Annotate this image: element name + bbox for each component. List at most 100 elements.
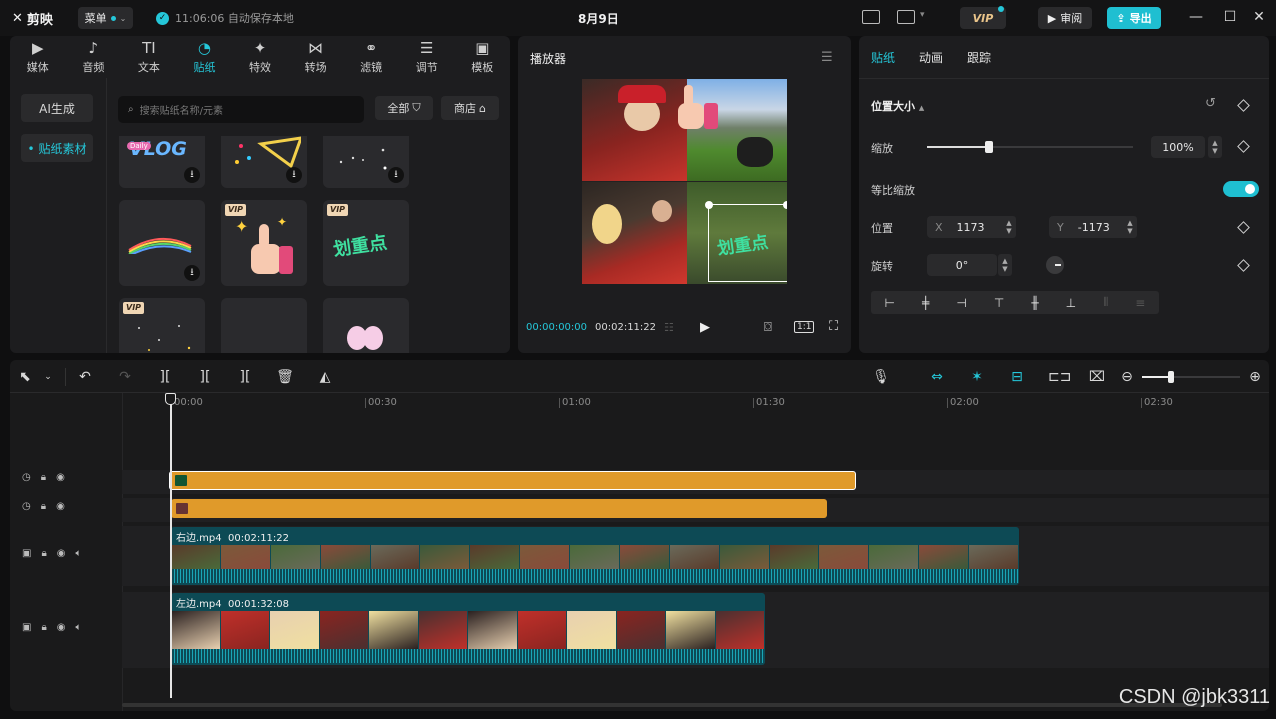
reset-icon[interactable]: ↺ <box>1205 96 1216 111</box>
download-icon[interactable]: ⭳ <box>388 167 404 183</box>
keyframe-diamond-icon[interactable] <box>1237 259 1250 272</box>
tab-sticker[interactable]: 贴纸 <box>871 49 895 66</box>
download-icon[interactable]: ⭳ <box>184 265 200 281</box>
ai-generate-button[interactable]: AI生成 <box>21 94 93 122</box>
export-button[interactable]: ⇪ 导出 <box>1107 7 1161 29</box>
tab-8[interactable]: ▣ 模板 <box>455 36 511 78</box>
play-icon[interactable]: ▶ <box>700 320 710 335</box>
close-icon[interactable]: ✕ <box>1251 9 1267 25</box>
align-center-h-icon[interactable]: ╪ <box>922 296 929 310</box>
up-arrow-icon[interactable]: ▲ <box>1212 139 1217 147</box>
video-clip-left[interactable]: 左边.mp4 00:01:32:08 <box>171 593 765 665</box>
speaker-icon[interactable]: 🔈︎ <box>76 622 82 633</box>
clock-icon[interactable]: ◷ <box>22 501 31 512</box>
rotation-stepper[interactable]: ▲ ▼ <box>998 254 1012 276</box>
clock-icon[interactable]: ◷ <box>22 472 31 483</box>
section-position-size[interactable]: 位置大小 ▲ <box>871 98 924 114</box>
rotation-dial[interactable] <box>1046 256 1064 274</box>
eye-icon[interactable]: ◉ <box>56 472 65 483</box>
distribute-h-icon[interactable]: ⫴ <box>1103 295 1108 310</box>
download-icon[interactable]: ⭳ <box>184 167 200 183</box>
tab-animation[interactable]: 动画 <box>919 49 943 66</box>
distribute-v-icon[interactable]: ≡ <box>1135 296 1145 310</box>
keyframe-diamond-icon[interactable] <box>1237 140 1250 153</box>
up-arrow-icon[interactable]: ▲ <box>1002 257 1007 265</box>
sticker-party-horn[interactable]: ⭳ <box>221 136 307 188</box>
down-arrow-icon[interactable]: ▼ <box>1212 147 1217 155</box>
scale-input[interactable]: 100% <box>1151 136 1205 158</box>
layout-icon[interactable] <box>897 10 915 24</box>
review-button[interactable]: ▶ 审阅 <box>1038 7 1092 29</box>
speaker-icon[interactable]: 🔈︎ <box>76 548 82 559</box>
tab-0[interactable]: ▶ 媒体 <box>10 36 66 78</box>
sticker-clip-focus[interactable] <box>171 499 827 518</box>
minimize-icon[interactable]: — <box>1188 9 1204 25</box>
sticker-focus[interactable]: VIP 划重点 <box>323 200 409 286</box>
up-arrow-icon[interactable]: ▲ <box>1006 219 1011 227</box>
tab-4[interactable]: ✦ 特效 <box>232 36 288 78</box>
align-top-icon[interactable]: ⊤ <box>994 296 1004 310</box>
aspect-ratio-button[interactable]: 1:1 <box>794 321 815 333</box>
eye-icon[interactable]: ◉ <box>57 548 66 559</box>
tab-7[interactable]: ☰ 调节 <box>399 36 455 78</box>
maximize-icon[interactable]: ☐ <box>1222 9 1238 25</box>
tab-tracking[interactable]: 跟踪 <box>967 49 991 66</box>
menu-button[interactable]: 菜单 ⌄ <box>78 7 133 29</box>
tab-6[interactable]: ⚭ 滤镜 <box>343 36 399 78</box>
sticker-selection-box[interactable]: 划重点 <box>705 201 787 282</box>
search-input[interactable]: ⌕ 搜索贴纸名称/元素 <box>118 96 364 123</box>
layout-dropdown-icon[interactable]: ▾ <box>920 10 925 20</box>
rotation-input[interactable]: 0° <box>927 254 997 276</box>
sticker-material-button[interactable]: • 贴纸素材 <box>21 134 93 162</box>
tab-2[interactable]: TI 文本 <box>121 36 177 78</box>
playhead-handle[interactable] <box>165 393 176 405</box>
playhead[interactable] <box>170 393 172 698</box>
sticker-thumbs-up[interactable]: VIP ✦ ✦ <box>221 200 307 286</box>
eye-icon[interactable]: ◉ <box>56 501 65 512</box>
timeline-list-icon[interactable]: ☷ <box>664 321 674 334</box>
time-ruler[interactable]: 00:00 00:30 01:00 01:30 02:00 02:30 <box>10 360 1269 420</box>
sticker-rainbow[interactable]: ⭳ <box>119 200 205 286</box>
position-y-stepper[interactable]: ▲ ▼ <box>1123 216 1137 238</box>
down-arrow-icon[interactable]: ▼ <box>1127 227 1132 235</box>
sticker-sparkles[interactable]: ⭳ <box>323 136 409 188</box>
filter-all-button[interactable]: 全部 ⛉ <box>375 96 433 120</box>
keyframe-diamond-icon[interactable] <box>1237 99 1250 112</box>
tab-3[interactable]: ◔ 贴纸 <box>177 36 233 78</box>
lock-icon[interactable]: 🔒︎ <box>41 472 46 483</box>
store-button[interactable]: 商店 ⌂ <box>441 96 499 120</box>
scale-slider-knob[interactable] <box>985 141 993 153</box>
resize-handle[interactable] <box>705 201 713 209</box>
eye-icon[interactable]: ◉ <box>57 622 66 633</box>
video-clip-right[interactable]: 右边.mp4 00:02:11:22 <box>171 527 1019 585</box>
keyboard-shortcut-icon[interactable] <box>862 10 880 24</box>
horizontal-scrollbar[interactable] <box>122 703 1222 707</box>
lock-icon[interactable]: 🔒︎ <box>41 501 46 512</box>
tab-5[interactable]: ⋈ 转场 <box>288 36 344 78</box>
fullscreen-icon[interactable]: ⛶ <box>829 319 838 334</box>
align-left-icon[interactable]: ⊢ <box>885 296 895 310</box>
sticker-clip-thumbs-up[interactable] <box>169 471 856 490</box>
download-icon[interactable]: ⭳ <box>286 167 302 183</box>
sticker-butterfly[interactable] <box>323 298 409 353</box>
screenshot-icon[interactable]: ⌼ <box>764 320 772 335</box>
down-arrow-icon[interactable]: ▼ <box>1006 227 1011 235</box>
lock-icon[interactable]: 🔒︎ <box>41 622 46 633</box>
lock-icon[interactable]: 🔒︎ <box>41 548 46 559</box>
up-arrow-icon[interactable]: ▲ <box>1127 219 1132 227</box>
down-arrow-icon[interactable]: ▼ <box>1002 265 1007 273</box>
scale-slider[interactable] <box>927 141 1133 153</box>
sticker-vlog[interactable]: VLOG Daily ⭳ <box>119 136 205 188</box>
video-preview[interactable]: 划重点 <box>582 79 787 284</box>
tab-1[interactable]: ♪ 音频 <box>66 36 122 78</box>
sticker-stars[interactable]: VIP <box>119 298 205 353</box>
resize-handle[interactable] <box>783 201 787 209</box>
position-x-input[interactable]: X 1173 <box>927 216 1013 238</box>
player-menu-icon[interactable]: ☰ <box>821 50 833 65</box>
position-x-stepper[interactable]: ▲ ▼ <box>1002 216 1016 238</box>
align-bottom-icon[interactable]: ⊥ <box>1066 296 1076 310</box>
keyframe-diamond-icon[interactable] <box>1237 221 1250 234</box>
scale-stepper[interactable]: ▲ ▼ <box>1208 136 1222 158</box>
align-right-icon[interactable]: ⊣ <box>956 296 966 310</box>
align-middle-v-icon[interactable]: ╫ <box>1031 296 1038 310</box>
